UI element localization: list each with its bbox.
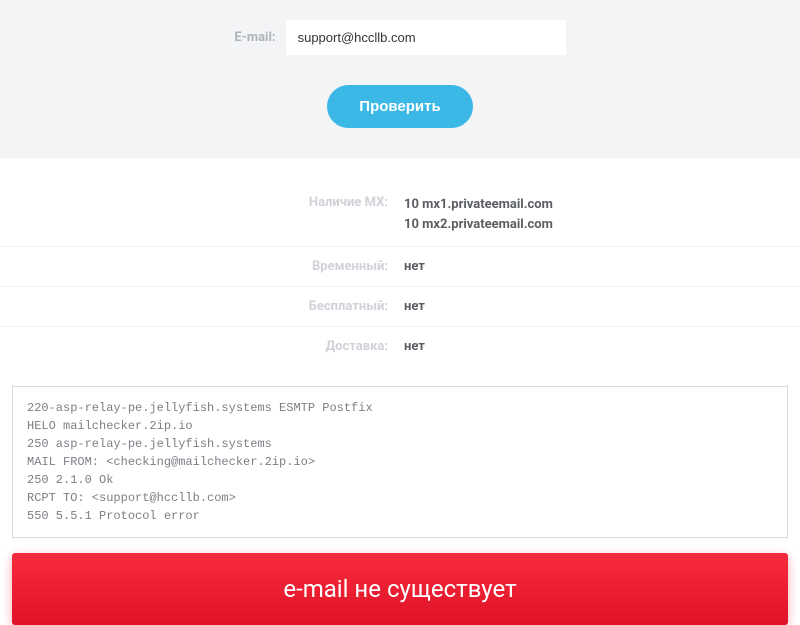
email-input[interactable]	[286, 20, 566, 55]
email-label: E-mail:	[234, 30, 275, 45]
free-label: Бесплатный:	[0, 299, 400, 314]
results-panel: Наличие MX: 10 mx1.privateemail.com 10 m…	[0, 158, 800, 376]
smtp-log: 220-asp-relay-pe.jellyfish.systems ESMTP…	[12, 386, 788, 538]
temporary-row: Временный: нет	[0, 247, 800, 287]
delivery-value: нет	[400, 339, 800, 354]
form-panel: E-mail: Проверить	[0, 0, 800, 158]
mx-record: 10 mx2.privateemail.com	[404, 215, 800, 235]
temporary-label: Временный:	[0, 259, 400, 274]
mx-value: 10 mx1.privateemail.com 10 mx2.privateem…	[400, 195, 800, 234]
mx-row: Наличие MX: 10 mx1.privateemail.com 10 m…	[0, 183, 800, 247]
mx-record: 10 mx1.privateemail.com	[404, 195, 800, 215]
temporary-value: нет	[400, 259, 800, 274]
check-button[interactable]: Проверить	[327, 85, 472, 128]
mx-label: Наличие MX:	[0, 195, 400, 210]
email-row: E-mail:	[0, 20, 800, 55]
delivery-label: Доставка:	[0, 339, 400, 354]
delivery-row: Доставка: нет	[0, 327, 800, 366]
status-banner: e-mail не существует	[12, 553, 788, 625]
free-row: Бесплатный: нет	[0, 287, 800, 327]
free-value: нет	[400, 299, 800, 314]
